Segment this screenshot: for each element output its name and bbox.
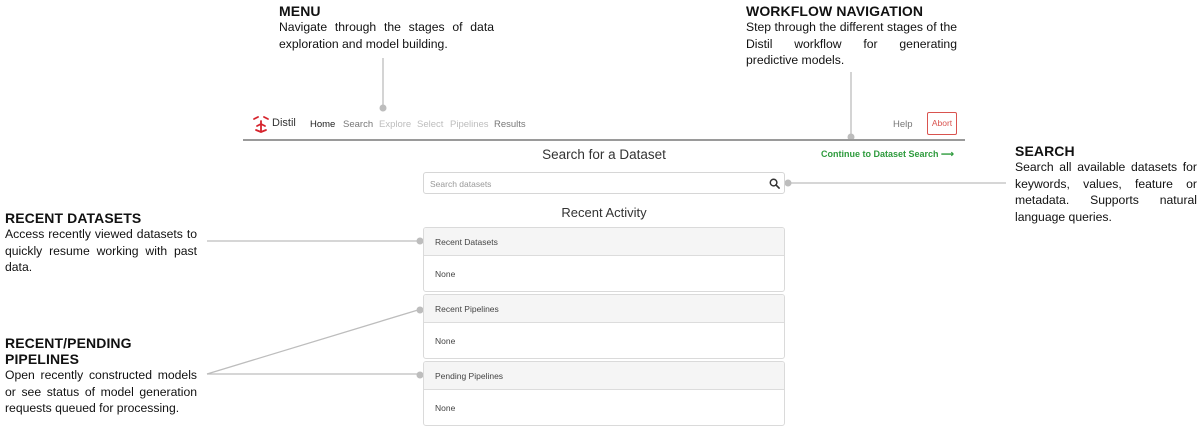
callout-recent-datasets: RECENT DATASETS Access recently viewed d… [5,210,197,276]
recent-datasets-header[interactable]: Recent Datasets [424,228,784,256]
navbar-divider [243,139,965,141]
callout-recent-pipelines-title: RECENT/PENDING PIPELINES [5,335,132,367]
recent-pipelines-panel: Recent Pipelines None [423,294,785,359]
nav-item-explore[interactable]: Explore [379,119,411,130]
pending-pipelines-panel: Pending Pipelines None [423,361,785,426]
distil-logo-icon[interactable] [251,114,271,134]
abort-button[interactable]: Abort [927,112,957,135]
callout-recent-datasets-title: RECENT DATASETS [5,210,142,226]
callout-recent-pending-pipelines: RECENT/PENDING PIPELINES Open recently c… [5,335,197,417]
callout-recent-pipelines-body: Open recently constructed models or see … [5,368,197,415]
recent-datasets-empty: None [435,269,456,279]
brand-name[interactable]: Distil [272,117,296,129]
callout-workflow-title: WORKFLOW NAVIGATION [746,3,924,19]
callout-search-body: Search all available datasets for keywor… [1015,160,1197,224]
callout-search: SEARCH Search all available datasets for… [1015,143,1197,225]
callout-search-title: SEARCH [1015,143,1075,159]
nav-item-select[interactable]: Select [417,119,443,130]
help-link[interactable]: Help [893,119,913,130]
recent-pipelines-empty: None [435,336,456,346]
pending-pipelines-header[interactable]: Pending Pipelines [424,362,784,390]
search-bar [423,172,785,194]
nav-item-search[interactable]: Search [343,119,373,130]
recent-datasets-panel: Recent Datasets None [423,227,785,292]
search-icon[interactable] [769,178,780,189]
nav-item-pipelines[interactable]: Pipelines [450,119,489,130]
callout-recent-datasets-body: Access recently viewed datasets to quick… [5,227,197,274]
callout-menu-body: Navigate through the stages of data expl… [279,20,494,51]
recent-pipelines-header[interactable]: Recent Pipelines [424,295,784,323]
callout-menu: MENU Navigate through the stages of data… [279,3,494,52]
continue-to-dataset-search-link[interactable]: Continue to Dataset Search ⟶ [821,149,954,160]
callout-workflow-navigation: WORKFLOW NAVIGATION Step through the dif… [746,3,957,69]
callout-menu-title: MENU [279,3,321,19]
recent-activity-title: Recent Activity [561,205,647,220]
pending-pipelines-empty: None [435,403,456,413]
app-navbar: Distil Home Search Explore Select Pipeli… [243,110,965,141]
page-title: Search for a Dataset [542,147,666,162]
search-input[interactable] [430,176,750,191]
nav-item-home[interactable]: Home [310,119,335,130]
callout-workflow-body: Step through the different stages of the… [746,20,957,67]
nav-item-results[interactable]: Results [494,119,526,130]
